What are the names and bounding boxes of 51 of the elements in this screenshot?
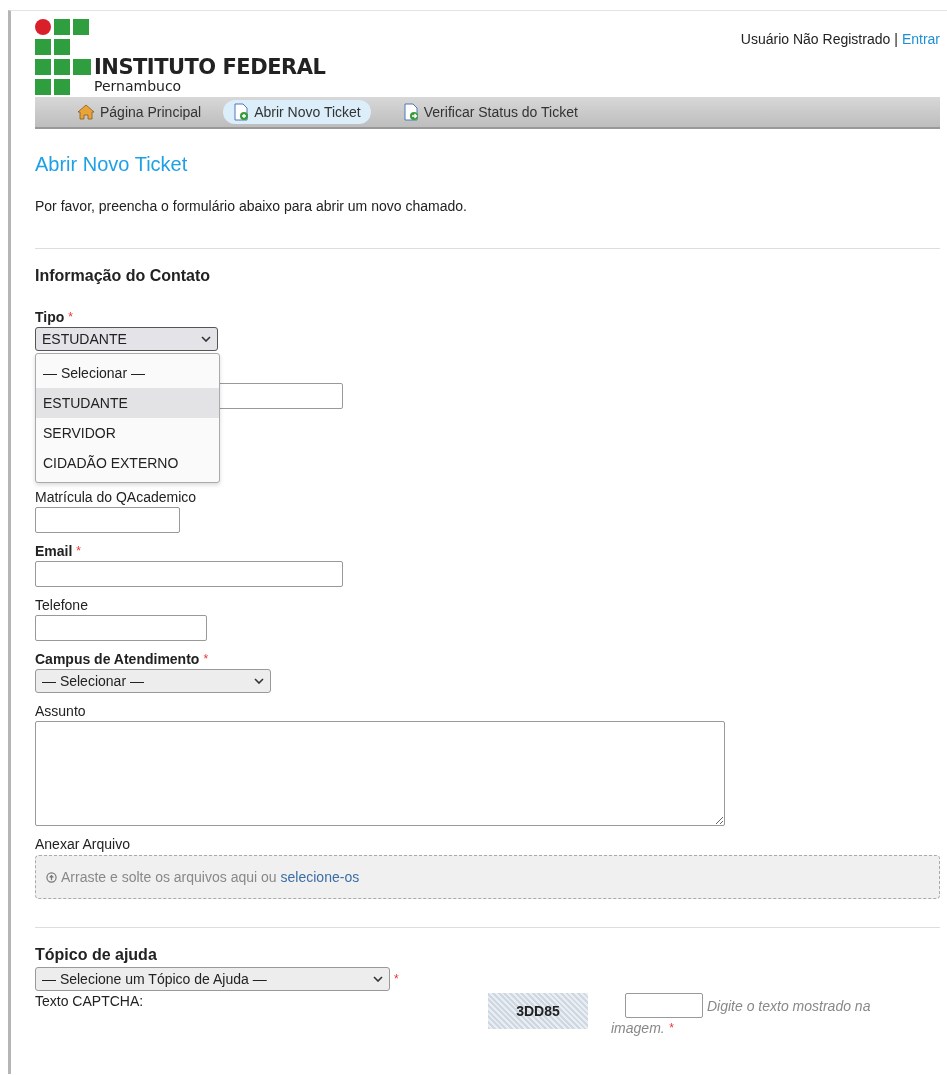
required-mark: * bbox=[203, 652, 209, 666]
caret-icon bbox=[373, 976, 383, 982]
dropzone-text: Arraste e solte os arquivos aqui ou bbox=[61, 869, 277, 885]
intro-text: Por favor, preencha o formulário abaixo para abrir um novo chamado. bbox=[35, 198, 468, 214]
required-mark: * bbox=[68, 310, 73, 324]
caret-icon bbox=[201, 336, 211, 342]
field-label: Anexar Arquivo bbox=[35, 836, 130, 852]
house-icon bbox=[77, 104, 95, 120]
captcha-label: Texto CAPTCHA: bbox=[35, 993, 145, 1009]
required-mark: * bbox=[76, 544, 82, 558]
field-label: Email bbox=[35, 543, 73, 559]
text-area[interactable] bbox=[35, 721, 725, 826]
login-link[interactable]: Entrar bbox=[901, 31, 940, 47]
nav-tab[interactable]: Verificar Status do Ticket bbox=[392, 100, 588, 124]
dropdown-option[interactable]: CIDADÃO EXTERNO bbox=[36, 448, 219, 478]
dropdown-option[interactable]: — Selecionar — bbox=[36, 358, 219, 388]
section-heading: Informação do Contato bbox=[35, 267, 212, 285]
nav-tab[interactable]: Abrir Novo Ticket bbox=[223, 100, 371, 124]
field-label: Matrícula do QAcademico bbox=[35, 489, 197, 505]
logo-icon bbox=[35, 19, 91, 95]
text-field[interactable] bbox=[35, 561, 343, 587]
captcha-hint: imagem. bbox=[611, 1019, 665, 1038]
select-files-link[interactable]: selecione-os bbox=[280, 869, 360, 885]
text-field[interactable] bbox=[35, 615, 207, 641]
captcha-image: 3DD85 bbox=[488, 993, 588, 1029]
captcha-field[interactable] bbox=[625, 993, 703, 1018]
caret-icon bbox=[254, 678, 264, 684]
document-plus-icon bbox=[233, 103, 250, 121]
file-dropzone[interactable]: Arraste e solte os arquivos aqui ou selecione-os bbox=[35, 855, 940, 899]
field-label: Assunto bbox=[35, 703, 86, 719]
logo-title: INSTITUTO FEDERAL bbox=[94, 55, 326, 79]
captcha-hint: Digite o texto mostrado na bbox=[707, 996, 871, 1016]
select-field[interactable]: — Selecione um Tópico de Ajuda — bbox=[35, 967, 390, 991]
logo-subtitle: Pernambuco bbox=[94, 79, 183, 94]
section-heading: Tópico de ajuda bbox=[35, 946, 158, 964]
field-label: Tipo bbox=[35, 309, 65, 325]
text-field[interactable] bbox=[35, 507, 180, 533]
page-title: Abrir Novo Ticket bbox=[35, 153, 189, 176]
nav-tab[interactable]: Página Principal bbox=[67, 101, 212, 123]
separator: | bbox=[894, 31, 898, 47]
upload-icon bbox=[46, 871, 57, 883]
select-field[interactable]: — Selecionar — bbox=[35, 669, 271, 693]
dropdown-option[interactable]: ESTUDANTE bbox=[36, 388, 219, 418]
document-arrow-icon bbox=[402, 103, 419, 121]
field-label: Telefone bbox=[35, 597, 88, 613]
user-status: Usuário Não Registrado bbox=[740, 31, 891, 47]
dropdown-option[interactable]: SERVIDOR bbox=[36, 418, 219, 448]
required-mark: * bbox=[394, 972, 399, 986]
field-label: Campus de Atendimento bbox=[35, 651, 200, 667]
select-field[interactable]: ESTUDANTE bbox=[35, 327, 218, 351]
required-mark: * bbox=[668, 1020, 674, 1037]
